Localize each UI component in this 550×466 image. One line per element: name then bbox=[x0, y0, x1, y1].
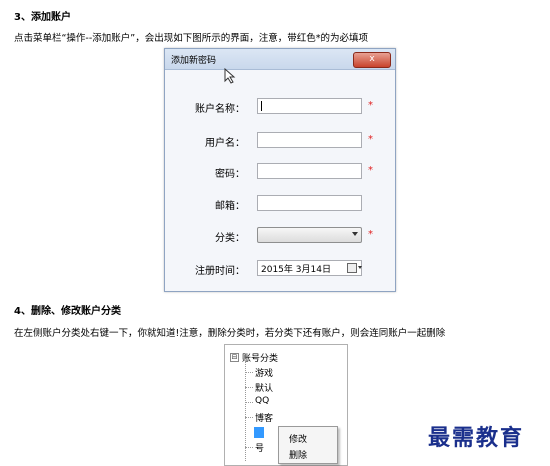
tree-connector bbox=[245, 372, 253, 373]
tree-item[interactable]: QQ bbox=[255, 396, 269, 406]
password-label: 密码： bbox=[215, 169, 245, 180]
selected-tree-item[interactable] bbox=[254, 427, 264, 438]
add-password-dialog: 添加新密码 x 账户名称： * 用户名： * 密码： * 邮箱： 分类： * 注… bbox=[164, 48, 396, 292]
collapse-icon[interactable]: ⊟ bbox=[230, 353, 239, 362]
required-mark: * bbox=[368, 165, 373, 176]
tree-root[interactable]: 账号分类 bbox=[242, 351, 278, 364]
username-label: 用户名： bbox=[205, 138, 245, 149]
email-label: 邮箱： bbox=[215, 201, 245, 212]
section3-text: 点击菜单栏“操作--添加账户”，会出现如下图所示的界面，注意，带红色*的为必填项 bbox=[14, 33, 368, 44]
email-input[interactable] bbox=[257, 195, 362, 211]
section3-heading: 3、添加账户 bbox=[14, 12, 71, 23]
tree-connector bbox=[245, 447, 253, 448]
required-mark: * bbox=[368, 134, 373, 145]
required-mark: * bbox=[368, 100, 373, 111]
username-input[interactable] bbox=[257, 132, 362, 148]
register-time-label: 注册时间： bbox=[195, 266, 245, 277]
tree-connector bbox=[245, 402, 253, 403]
mouse-cursor-icon bbox=[224, 67, 236, 88]
tree-connector bbox=[245, 361, 246, 461]
menu-item-delete[interactable]: 删除 bbox=[289, 448, 307, 461]
account-name-input[interactable] bbox=[257, 98, 362, 114]
watermark-logo: 最需教育 bbox=[428, 425, 525, 451]
chevron-down-icon bbox=[358, 266, 362, 269]
password-input[interactable] bbox=[257, 163, 362, 179]
account-name-label: 账户名称： bbox=[195, 104, 245, 115]
section4-heading: 4、删除、修改账户分类 bbox=[14, 306, 121, 317]
tree-connector bbox=[245, 387, 253, 388]
close-button[interactable]: x bbox=[353, 52, 391, 68]
context-menu: 修改 删除 bbox=[278, 426, 338, 464]
text-caret bbox=[261, 101, 262, 111]
register-date-value: 2015年 3月14日 bbox=[261, 265, 331, 275]
dialog-body: 账户名称： * 用户名： * 密码： * 邮箱： 分类： * 注册时间： 201… bbox=[165, 70, 395, 291]
menu-item-edit[interactable]: 修改 bbox=[289, 432, 307, 445]
required-mark: * bbox=[368, 229, 373, 240]
tree-item[interactable]: 默认 bbox=[255, 381, 273, 394]
tree-item[interactable]: 游戏 bbox=[255, 366, 273, 379]
register-date-picker[interactable]: 2015年 3月14日 bbox=[257, 260, 362, 276]
tree-item[interactable]: 博客 bbox=[255, 411, 273, 424]
category-select[interactable] bbox=[257, 227, 362, 243]
tree-item-partial[interactable]: 号 bbox=[255, 441, 264, 454]
dialog-titlebar: 添加新密码 x bbox=[165, 49, 395, 70]
tree-connector bbox=[245, 417, 253, 418]
section4-text: 在左侧账户分类处右键一下，你就知道!注意，删除分类时，若分类下还有账户，则会连同… bbox=[14, 328, 446, 339]
chevron-down-icon bbox=[352, 232, 358, 236]
category-label: 分类： bbox=[215, 233, 245, 244]
calendar-icon[interactable] bbox=[347, 263, 357, 273]
dialog-title: 添加新密码 bbox=[171, 56, 217, 66]
